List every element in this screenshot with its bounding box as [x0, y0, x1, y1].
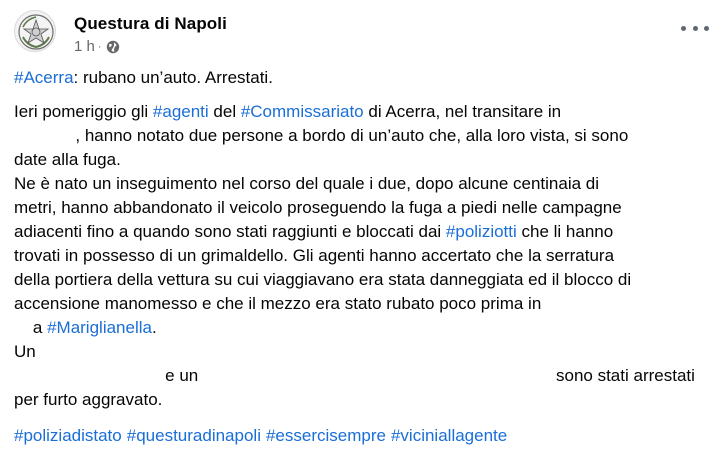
hashtag-essercisempre[interactable]: #essercisempre — [266, 426, 386, 445]
post-header: Questura di Napoli 1 h · — [14, 8, 713, 60]
hashtag-questuradinapoli[interactable]: #questuradinapoli — [127, 426, 261, 445]
text-line: e un sono stati arrestati — [14, 366, 695, 385]
hashtag-mariglianella[interactable]: #Mariglianella — [47, 318, 152, 337]
text-line: accensione manomesso e che il mezzo era … — [14, 294, 542, 313]
text-line: a #Mariglianella. — [14, 318, 157, 337]
avatar[interactable] — [14, 10, 56, 52]
text-line: adiacenti fino a quando sono stati raggi… — [14, 222, 614, 241]
text-line: per furto aggravato. — [14, 390, 163, 409]
hashtag-vicinialla gente[interactable]: #viciniallagente — [391, 426, 507, 445]
text-line: Un — [14, 342, 36, 361]
globe-icon[interactable] — [106, 40, 120, 54]
hashtag-acerra[interactable]: #Acerra — [14, 68, 74, 87]
text-line: trovati in possesso di un grimaldello. G… — [14, 246, 615, 265]
hashtag-poliziotti[interactable]: #poliziotti — [446, 222, 517, 241]
hashtag-agenti[interactable]: #agenti — [153, 102, 209, 121]
page-name[interactable]: Questura di Napoli — [74, 14, 227, 34]
text-line: metri, hanno abbandonato il veicolo pros… — [14, 198, 622, 217]
post-timestamp[interactable]: 1 h — [74, 38, 95, 55]
text-line: , hanno notato due persone a bordo di un… — [14, 126, 629, 145]
post-body: #Acerra: rubano un’auto. Arrestati. Ieri… — [14, 66, 719, 448]
post-title: #Acerra: rubano un’auto. Arrestati. — [14, 68, 273, 87]
hashtag-list: #poliziadistato #questuradinapoli #esserci… — [14, 424, 719, 448]
hashtag-commissariato[interactable]: #Commissariato — [241, 102, 364, 121]
text-line: della portiera della vettura su cui viag… — [14, 270, 632, 289]
more-options-icon[interactable] — [681, 18, 709, 38]
post-meta: 1 h · — [74, 38, 120, 55]
hashtag-poliziadistato[interactable]: #poliziadistato — [14, 426, 122, 445]
police-emblem-icon — [18, 14, 54, 50]
facebook-post: Questura di Napoli 1 h · #Acerra: rubano… — [0, 0, 727, 454]
text-line: date alla fuga. — [14, 150, 121, 169]
text-line: Ieri pomeriggio gli #agenti del #Commiss… — [14, 102, 562, 121]
text-line: Ne è nato un inseguimento nel corso del … — [14, 174, 600, 193]
meta-separator: · — [97, 40, 102, 53]
